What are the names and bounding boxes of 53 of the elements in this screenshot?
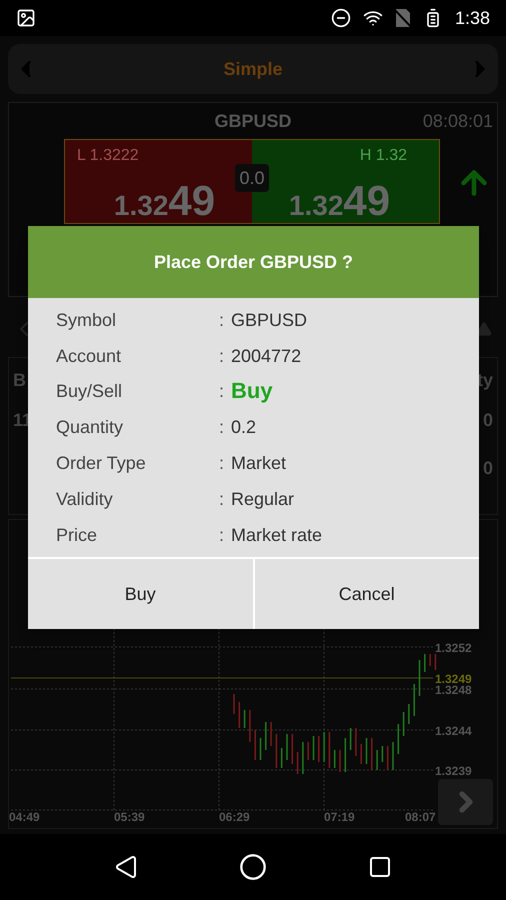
price-axis-label: 1.3249 [435,671,472,686]
field-label: Quantity [55,416,124,440]
separator: : [219,308,226,332]
field-label: Symbol [55,308,118,332]
separator: : [219,488,226,511]
recents-icon[interactable] [368,855,392,879]
field-value: 2004772 [231,344,302,368]
spread-value: 0.0 [235,164,269,192]
separator: : [219,380,226,404]
low-price: L 1.3222 [77,146,139,166]
ask-price[interactable]: 1.3249 [288,180,390,227]
field-label: Validity [55,488,114,511]
time-axis-label: 04:49 [9,809,40,826]
symbol-title: GBPUSD [214,110,292,133]
separator: : [219,524,226,547]
time-axis-label: 07:19 [324,809,355,826]
do-not-disturb-icon [330,8,351,28]
time-axis-label: 06:29 [219,809,250,826]
clock: 1:38 [454,7,490,30]
field-value: GBPUSD [231,308,308,332]
price-axis-label: 1.3244 [435,723,472,740]
field-label: Order Type [55,452,147,476]
back-icon[interactable] [114,855,138,879]
high-price: H 1.32 [360,146,407,166]
bid-price[interactable]: 1.3249 [114,180,216,227]
field-value: Regular [231,488,294,511]
field-value: Market [231,452,286,476]
field-label: Price [55,524,98,547]
field-label: Buy/Sell [55,380,124,404]
column-header: B [13,369,26,392]
separator: : [219,344,226,368]
dialog-title: Place Order GBPUSD ? [154,251,354,274]
image-icon [16,8,36,28]
time-axis-label: 05:39 [114,809,145,826]
quote-box[interactable]: L 1.3222 H 1.32 0.0 1.3249 1.3249 [64,139,440,224]
quote-time: 08:08:01 [422,110,493,133]
field-label: Account [55,344,122,368]
table-cell-text: 0 [482,409,493,432]
separator: : [219,416,226,440]
cancel-button[interactable]: Cancel [252,558,479,629]
price-axis-label: 1.3248 [435,683,472,699]
field-value: 0.2 [231,416,256,440]
field-value: Buy [231,377,273,406]
home-icon[interactable] [238,853,267,881]
time-axis-label: 08:07 [405,809,436,826]
no-sim-icon [394,8,411,28]
separator: : [219,452,226,476]
field-value: Market rate [231,524,322,547]
buy-button[interactable]: Buy [28,558,252,629]
view-title: Simple [223,58,283,81]
price-axis-label: 1.3239 [435,763,472,780]
price-axis-label: 1.3252 [435,640,472,657]
table-cell-text: 0 [482,457,493,480]
